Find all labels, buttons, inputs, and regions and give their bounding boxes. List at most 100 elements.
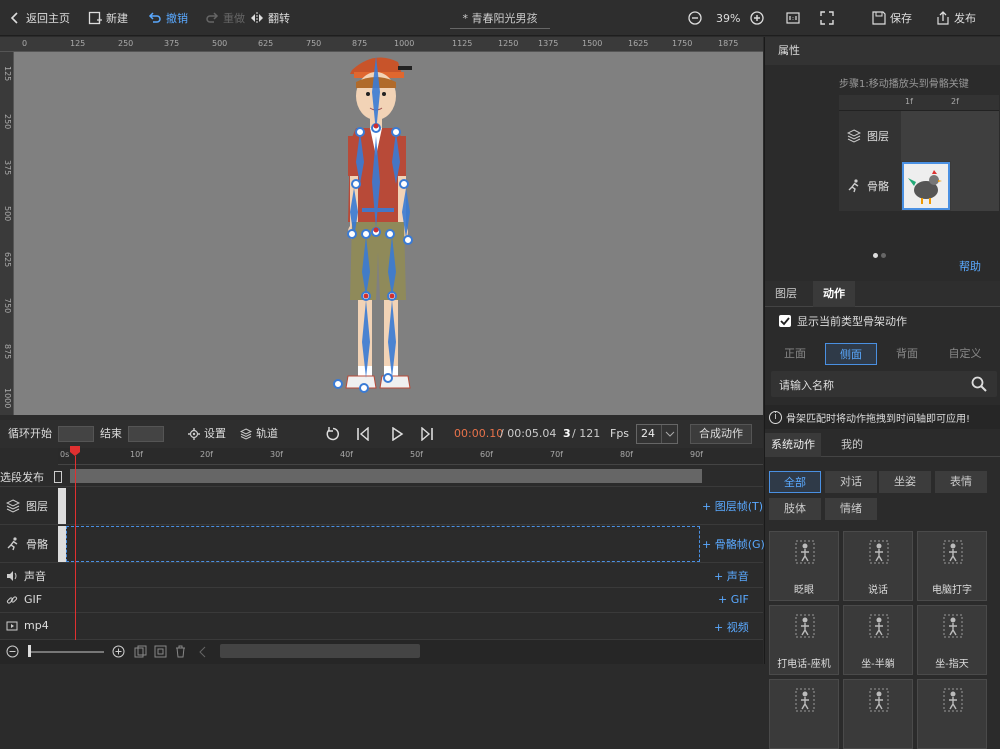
fps-select[interactable]: 24 — [636, 424, 678, 444]
undo-icon — [148, 12, 161, 23]
ruler-tick: 1625 — [628, 39, 649, 48]
add-layer-frame-button[interactable]: + 图层帧(T) — [702, 498, 763, 514]
action-figure-icon — [869, 688, 889, 712]
properties-header: 属性 — [765, 37, 1000, 65]
action-card[interactable]: 坐-指天 — [917, 605, 987, 675]
timeline-ruler[interactable]: 0s 10f 20f 30f 40f 50f 60f 70f 80f 90f — [58, 448, 763, 465]
bone-keyframe-thumbnail[interactable] — [902, 162, 950, 210]
track-button[interactable]: 轨道 — [240, 420, 278, 448]
action-card[interactable]: 打电话-座机 — [769, 605, 839, 675]
fullscreen-button[interactable] — [820, 0, 834, 36]
new-button[interactable]: 新建 — [88, 0, 128, 36]
action-figure-icon — [869, 540, 889, 564]
segment-marker-icon[interactable] — [54, 471, 62, 483]
action-search-input[interactable]: 请输入名称 — [779, 377, 834, 393]
carousel-dot[interactable] — [881, 253, 886, 258]
timeline-tick: 10f — [130, 450, 143, 459]
back-button[interactable]: 返回主页 — [8, 0, 70, 36]
undo-button[interactable]: 撤销 — [148, 0, 188, 36]
character-figure[interactable] — [14, 52, 763, 415]
previous-frame-icon[interactable] — [356, 427, 370, 441]
view-custom[interactable]: 自定义 — [939, 343, 991, 365]
category-sitting[interactable]: 坐姿 — [879, 471, 931, 493]
category-limbs[interactable]: 肢体 — [769, 498, 821, 520]
settings-label: 设置 — [204, 427, 226, 440]
add-bone-frame-button[interactable]: + 骨骼帧(G) — [702, 536, 765, 552]
speaker-icon — [7, 571, 17, 581]
replay-icon[interactable] — [326, 427, 340, 441]
timeline-tick: 0s — [60, 450, 70, 459]
redo-button[interactable]: 重做 — [205, 0, 245, 36]
tab-system-actions[interactable]: 系统动作 — [765, 433, 821, 457]
loop-start-input[interactable] — [58, 426, 94, 442]
help-link[interactable]: 帮助 — [959, 258, 981, 274]
action-figure-icon — [795, 614, 815, 638]
actual-size-button[interactable] — [786, 0, 800, 36]
save-label: 保存 — [890, 12, 912, 25]
action-card-label: 说话 — [868, 585, 888, 596]
bone-selection-range[interactable] — [66, 526, 700, 562]
timeline-zoom-slider[interactable] — [28, 651, 104, 653]
publish-range-bar[interactable] — [70, 469, 702, 483]
flip-button[interactable]: 翻转 — [250, 0, 290, 36]
loop-end-input[interactable] — [128, 426, 164, 442]
library-tabs: 系统动作 我的 — [765, 433, 1000, 457]
track-gif: GIF + GIF — [0, 588, 763, 613]
action-card[interactable] — [769, 679, 839, 749]
action-card[interactable]: 眨眼 — [769, 531, 839, 601]
zoom-in-icon[interactable] — [112, 645, 125, 658]
layer-keyframe[interactable] — [58, 488, 66, 524]
add-video-button[interactable]: + 视频 — [714, 619, 749, 635]
search-icon[interactable] — [971, 376, 987, 392]
current-frame: 3 — [563, 427, 571, 440]
prop-row-bone[interactable]: 骨骼 — [839, 161, 901, 211]
slider-handle[interactable] — [28, 645, 31, 657]
prop-row-layer-label: 图层 — [867, 130, 889, 143]
action-search-field[interactable]: 请输入名称 — [771, 371, 997, 397]
action-card[interactable] — [917, 679, 987, 749]
action-card[interactable]: 电脑打字 — [917, 531, 987, 601]
zoom-out-button[interactable] — [688, 0, 702, 36]
publish-button[interactable]: 发布 — [936, 0, 976, 36]
track-bone-label: 骨骼 — [6, 536, 48, 552]
zoom-out-icon[interactable] — [6, 645, 19, 658]
add-sound-button[interactable]: + 声音 — [714, 568, 749, 584]
next-frame-icon[interactable] — [420, 427, 434, 441]
play-icon[interactable] — [390, 427, 404, 441]
save-button[interactable]: 保存 — [872, 0, 912, 36]
info-icon: i — [769, 410, 782, 424]
settings-button[interactable]: 设置 — [188, 420, 226, 448]
zoom-in-button[interactable] — [750, 0, 764, 36]
category-expression[interactable]: 表情 — [935, 471, 987, 493]
action-card[interactable]: 说话 — [843, 531, 913, 601]
tab-layers[interactable]: 图层 — [765, 281, 807, 307]
show-current-type-checkbox[interactable]: 显示当前类型骨架动作 — [779, 313, 907, 329]
total-time: / 00:05.04 — [500, 427, 557, 440]
add-gif-button[interactable]: + GIF — [718, 593, 749, 606]
bone-keyframe[interactable] — [58, 526, 66, 562]
prop-row-layer[interactable]: 图层 — [839, 111, 901, 161]
publish-label: 发布 — [954, 12, 976, 25]
document-title[interactable]: * 青春阳光男孩 — [450, 10, 550, 29]
category-all[interactable]: 全部 — [769, 471, 821, 493]
category-dialogue[interactable]: 对话 — [825, 471, 877, 493]
view-back[interactable]: 背面 — [881, 343, 933, 365]
action-card[interactable] — [843, 679, 913, 749]
category-emotion[interactable]: 情绪 — [825, 498, 877, 520]
tab-my-actions[interactable]: 我的 — [835, 433, 869, 457]
timeline-scrollbar[interactable] — [220, 644, 420, 658]
canvas-stage[interactable] — [14, 52, 763, 415]
action-card-label: 电脑打字 — [932, 585, 972, 596]
copy-frame-icon[interactable] — [134, 645, 147, 658]
view-front[interactable]: 正面 — [769, 343, 821, 365]
chevron-left-icon[interactable] — [198, 646, 208, 658]
view-side[interactable]: 侧面 — [825, 343, 877, 365]
delete-icon[interactable] — [174, 645, 187, 658]
track-sound-label: 声音 — [6, 568, 46, 584]
paste-frame-icon[interactable] — [154, 645, 167, 658]
compose-action-button[interactable]: 合成动作 — [690, 424, 752, 444]
tab-actions[interactable]: 动作 — [813, 281, 855, 307]
action-card[interactable]: 坐-半躺 — [843, 605, 913, 675]
action-figure-icon — [869, 614, 889, 638]
carousel-dot-active[interactable] — [873, 253, 878, 258]
